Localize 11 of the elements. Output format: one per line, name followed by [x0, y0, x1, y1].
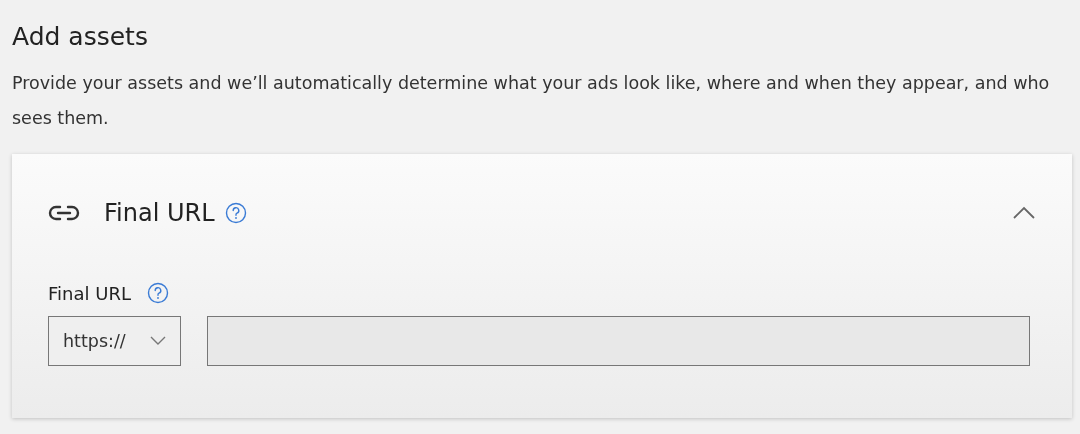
- section-title: Final URL: [104, 199, 215, 227]
- help-icon[interactable]: [224, 202, 247, 224]
- help-icon[interactable]: [146, 282, 169, 304]
- chevron-icon[interactable]: [1012, 206, 1036, 220]
- link-icon: [48, 204, 80, 222]
- field-label: Final URL: [48, 282, 131, 304]
- url-input-field[interactable]: [207, 316, 1030, 366]
- page-heading: Add assets: [12, 21, 149, 53]
- description-text: Provide your assets and we’ll automatically determine what your ads look like, where and when they appear, and who sees them.: [12, 72, 1051, 130]
- caret-icon: [150, 336, 166, 346]
- protocol-dropdown[interactable]: https://: [48, 316, 181, 366]
